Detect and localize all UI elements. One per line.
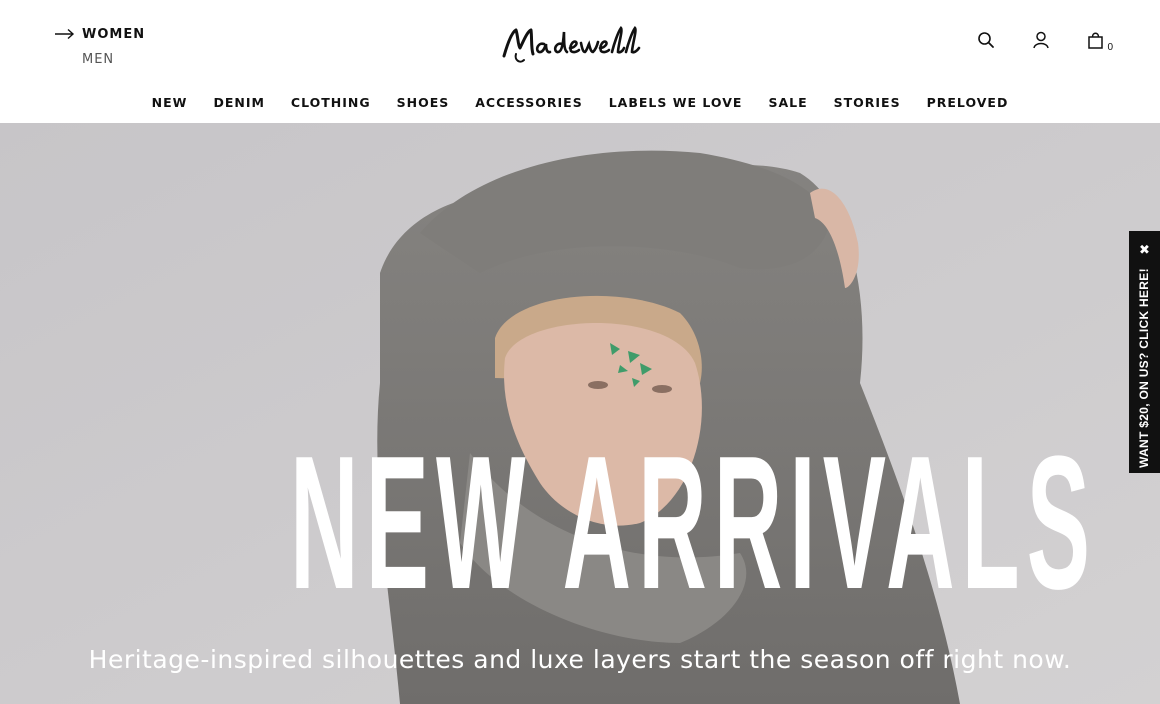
- nav-item-new[interactable]: NEW: [152, 95, 188, 110]
- nav-item-accessories[interactable]: ACCESSORIES: [475, 95, 582, 110]
- nav-item-stories[interactable]: STORIES: [834, 95, 901, 110]
- user-icon: [1033, 31, 1049, 49]
- hero-banner[interactable]: NEW ARRIVALS Heritage-inspired silhouett…: [0, 123, 1160, 704]
- shopping-bag-icon: [1088, 32, 1103, 49]
- utility-nav: 0: [974, 28, 1113, 53]
- hero-subtitle: Heritage-inspired silhouettes and luxe l…: [88, 645, 1072, 674]
- site-header: WOMEN MEN 0 NEW DENIM CLOTHING SHOES ACC…: [0, 0, 1160, 123]
- nav-item-clothing[interactable]: CLOTHING: [291, 95, 371, 110]
- close-icon[interactable]: ✖: [1129, 243, 1160, 258]
- madewell-logo-icon: [502, 26, 641, 63]
- bag-count: 0: [1107, 42, 1113, 53]
- nav-item-sale[interactable]: SALE: [768, 95, 807, 110]
- search-icon: [978, 32, 994, 48]
- nav-item-shoes[interactable]: SHOES: [397, 95, 450, 110]
- promo-side-tab[interactable]: ✖ WANT $20, ON US? CLICK HERE!: [1129, 231, 1160, 473]
- hero-headline: NEW ARRIVALS: [290, 417, 1098, 629]
- nav-item-labels-we-love[interactable]: LABELS WE LOVE: [609, 95, 743, 110]
- account-button[interactable]: [1029, 28, 1053, 52]
- main-nav: NEW DENIM CLOTHING SHOES ACCESSORIES LAB…: [0, 95, 1160, 110]
- promo-text: WANT $20, ON US? CLICK HERE!: [1137, 268, 1151, 468]
- nav-item-denim[interactable]: DENIM: [213, 95, 264, 110]
- search-button[interactable]: [974, 28, 998, 52]
- bag-button[interactable]: 0: [1084, 28, 1113, 53]
- nav-item-preloved[interactable]: PRELOVED: [927, 95, 1009, 110]
